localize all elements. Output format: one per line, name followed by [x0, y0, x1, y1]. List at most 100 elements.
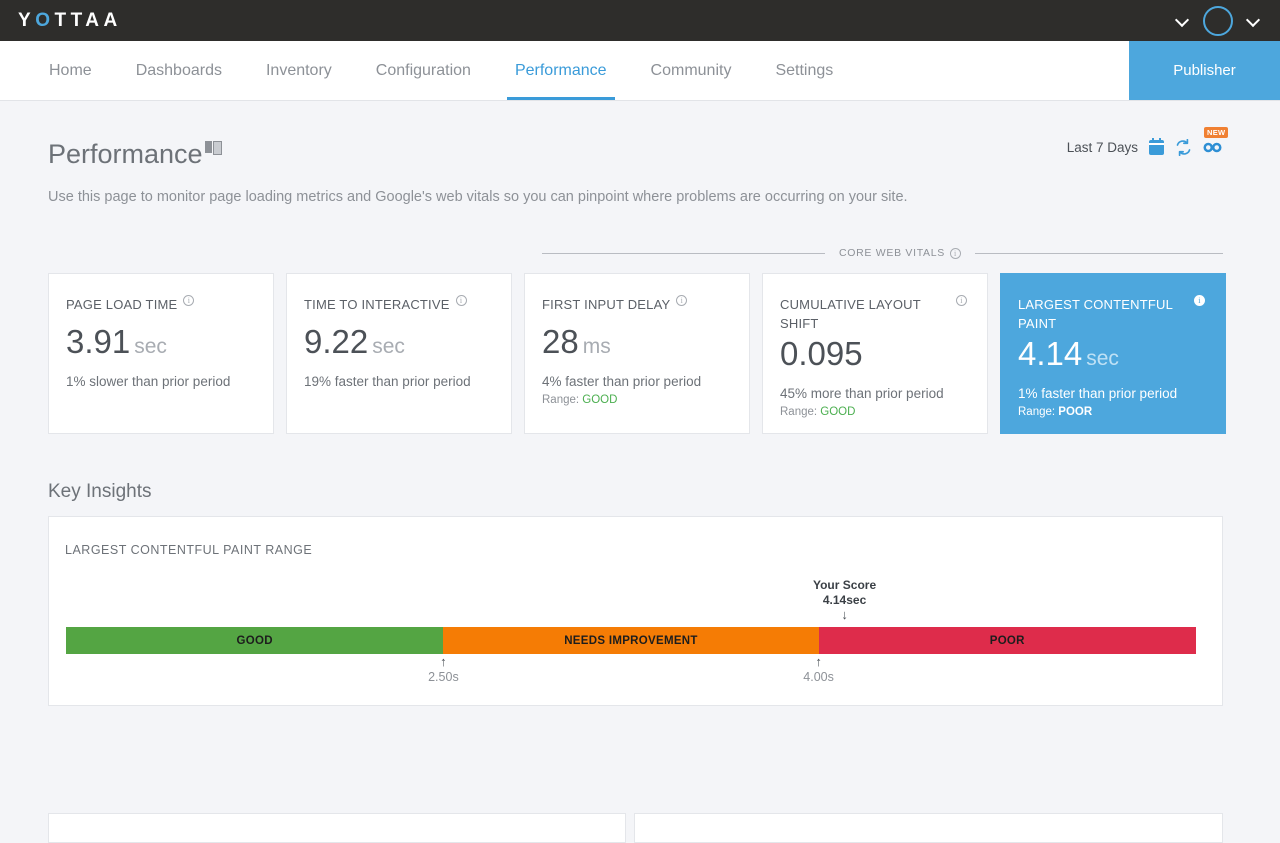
range-segment-label: NEEDS IMPROVEMENT [564, 634, 698, 647]
nav-item-community[interactable]: Community [629, 41, 754, 100]
nav-item-list: Home Dashboards Inventory Configuration … [0, 41, 855, 100]
card-range-value: POOR [1058, 406, 1093, 418]
range-segment-good[interactable]: GOOD [66, 627, 444, 654]
card-title: TIME TO INTERACTIVE [304, 295, 493, 314]
card-range-value: GOOD [582, 394, 618, 406]
yottaa-logo[interactable]: YOTTAA [18, 10, 122, 32]
calendar-icon[interactable] [1149, 138, 1164, 155]
key-insights-heading: Key Insights [48, 481, 152, 502]
card-delta: 1% faster than prior period [1018, 386, 1178, 401]
card-title-text: CUMULATIVE LAYOUT SHIFT [780, 297, 921, 331]
card-range-value: GOOD [820, 406, 856, 418]
card-title: FIRST INPUT DELAY [542, 295, 731, 314]
range-segment-needs-improvement[interactable]: NEEDS IMPROVEMENT [443, 627, 819, 654]
card-value-unit: sec [1086, 347, 1119, 370]
card-value-number: 4.14 [1018, 335, 1083, 372]
card-value-number: 9.22 [304, 323, 369, 360]
info-icon[interactable] [1194, 295, 1205, 306]
bottom-card-left[interactable] [48, 813, 626, 843]
metric-card-list: PAGE LOAD TIME 3.91sec 1% slower than pr… [48, 273, 1226, 434]
nav-item-settings[interactable]: Settings [753, 41, 855, 100]
metric-card-time-to-interactive[interactable]: TIME TO INTERACTIVE 9.22sec 19% faster t… [286, 273, 512, 434]
card-range-label: Range: [542, 394, 580, 406]
info-icon[interactable] [183, 295, 195, 306]
your-score-label: Your Score [812, 578, 877, 592]
card-value: 9.22 sec [304, 322, 493, 367]
your-score-marker: Your Score 4.14sec ↓ [785, 578, 905, 622]
nav-label: Dashboards [135, 61, 222, 79]
nav-item-dashboards[interactable]: Dashboards [114, 41, 244, 100]
chevron-down-icon[interactable] [1176, 14, 1189, 27]
your-score-value: 4.14sec [822, 593, 867, 607]
new-badge: NEW [1204, 127, 1229, 138]
key-insights-panel: LARGEST CONTENTFUL PAINT RANGE Your Scor… [48, 516, 1223, 706]
core-web-vitals-label: CORE WEB VITALS [825, 247, 975, 259]
nav-item-configuration[interactable]: Configuration [354, 41, 493, 100]
metric-card-first-input-delay[interactable]: FIRST INPUT DELAY 28ms 4% faster than pr… [524, 273, 750, 434]
card-range: Range: GOOD [542, 394, 731, 406]
range-segment-label: POOR [989, 634, 1025, 647]
card-value: 0.095 [780, 334, 969, 379]
book-icon[interactable] [204, 141, 222, 155]
card-delta: 4% faster than prior period [542, 374, 702, 389]
card-range: Range: GOOD [780, 406, 969, 418]
lcp-range-title: LARGEST CONTENTFUL PAINT RANGE [65, 543, 313, 557]
page-title-text: Performance [48, 139, 203, 169]
date-range-label[interactable]: Last 7 Days [1067, 140, 1138, 155]
page-description: Use this page to monitor page loading me… [48, 189, 908, 205]
threshold-label: 4.00s [803, 670, 834, 684]
info-icon[interactable] [956, 295, 967, 306]
nav-item-home[interactable]: Home [27, 41, 114, 100]
info-icon[interactable] [950, 247, 961, 259]
logo-letters-rest: TTAA [54, 9, 122, 31]
card-range-label: Range: [780, 406, 818, 418]
infinity-control[interactable]: NEW [1203, 127, 1229, 154]
page-title: Performance [48, 139, 222, 170]
nav-label: Inventory [265, 61, 332, 79]
nav-item-inventory[interactable]: Inventory [244, 41, 354, 100]
range-segment-poor[interactable]: POOR [818, 627, 1196, 654]
metric-card-largest-contentful-paint[interactable]: LARGEST CONTENTFUL PAINT 4.14sec 1% fast… [1000, 273, 1226, 434]
publisher-label: Publisher [1173, 62, 1236, 79]
bottom-card-right[interactable] [634, 813, 1223, 843]
info-icon[interactable] [676, 295, 688, 306]
publisher-button[interactable]: Publisher [1129, 41, 1280, 100]
account-chevron-down-icon[interactable] [1247, 14, 1260, 27]
metric-card-cumulative-layout-shift[interactable]: CUMULATIVE LAYOUT SHIFT 0.095 45% more t… [762, 273, 988, 434]
card-range-label: Range: [1018, 406, 1056, 418]
card-delta: 45% more than prior period [780, 386, 944, 401]
card-value-number: 28 [542, 323, 579, 360]
nav-label: Home [49, 61, 92, 79]
main-navigation: Home Dashboards Inventory Configuration … [0, 41, 1280, 101]
card-value-unit: sec [372, 335, 405, 358]
card-value: 3.91 sec [66, 322, 255, 367]
card-title-text: PAGE LOAD TIME [66, 297, 178, 312]
card-title: CUMULATIVE LAYOUT SHIFT [780, 295, 969, 333]
lcp-range-bar: GOOD NEEDS IMPROVEMENT POOR [66, 627, 1196, 654]
card-value-unit: ms [582, 335, 611, 358]
threshold-tick-400: ↑ 4.00s [784, 655, 854, 684]
nav-label: Performance [514, 61, 607, 79]
logo-letter-y: Y [18, 9, 36, 31]
core-web-vitals-divider: CORE WEB VITALS [48, 247, 1223, 259]
card-value: 4.14 sec [1018, 334, 1207, 379]
card-title-text: TIME TO INTERACTIVE [304, 297, 450, 312]
up-arrow-icon: ↑ [440, 654, 447, 669]
divider-line-left [542, 252, 825, 254]
nav-item-performance[interactable]: Performance [493, 41, 629, 100]
card-delta: 1% slower than prior period [66, 374, 231, 389]
card-value-unit: sec [134, 335, 167, 358]
refresh-icon[interactable] [1175, 138, 1192, 157]
core-web-vitals-text: CORE WEB VITALS [839, 247, 945, 259]
info-icon[interactable] [455, 295, 467, 306]
date-range-controls: Last 7 Days NEW [1067, 127, 1229, 157]
range-segment-label: GOOD [236, 634, 273, 647]
nav-label: Settings [775, 61, 834, 79]
card-title: LARGEST CONTENTFUL PAINT [1018, 295, 1207, 333]
top-bar: YOTTAA [0, 0, 1280, 41]
card-title: PAGE LOAD TIME [66, 295, 255, 314]
avatar[interactable] [1203, 5, 1233, 36]
up-arrow-icon: ↑ [815, 654, 822, 669]
down-arrow-icon: ↓ [841, 607, 848, 622]
metric-card-page-load-time[interactable]: PAGE LOAD TIME 3.91sec 1% slower than pr… [48, 273, 274, 434]
